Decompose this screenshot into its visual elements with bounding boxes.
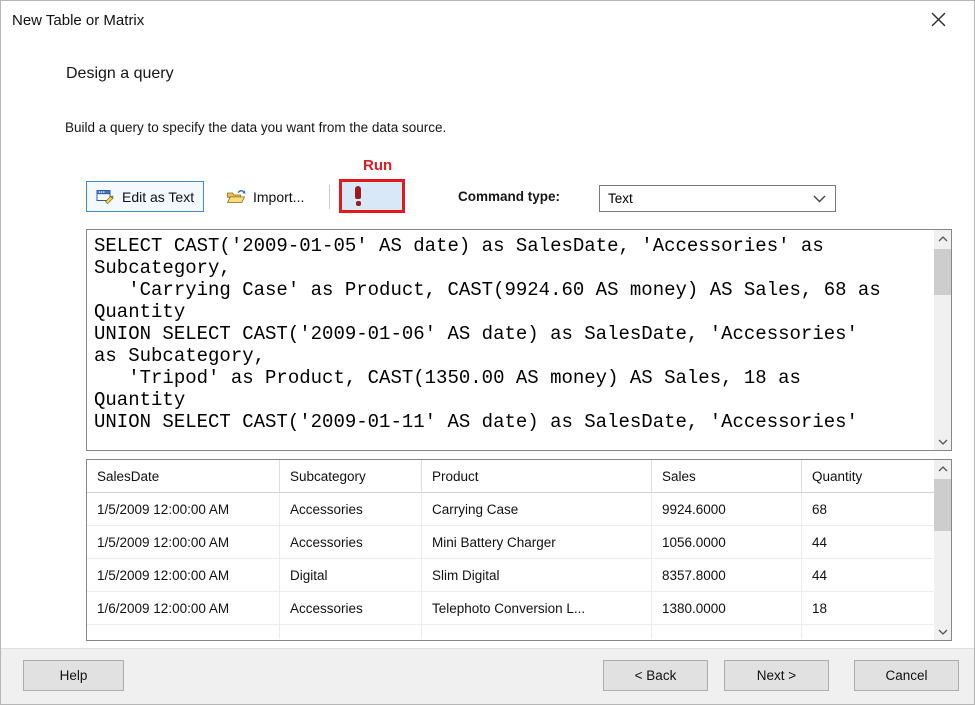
footer-bar: Help < Back Next > Cancel bbox=[1, 648, 974, 705]
table-row: 1/5/2009 12:00:00 AM Digital Slim Digita… bbox=[87, 559, 934, 592]
query-scrollbar-thumb[interactable] bbox=[934, 249, 951, 295]
results-body: 1/5/2009 12:00:00 AM Accessories Carryin… bbox=[87, 493, 934, 625]
cell-subcategory: Accessories bbox=[280, 493, 422, 526]
results-vertical-scrollbar[interactable] bbox=[934, 460, 951, 640]
scroll-down-icon[interactable] bbox=[934, 623, 951, 640]
toolbar-separator bbox=[329, 185, 330, 209]
cell-salesdate: 1/5/2009 12:00:00 AM bbox=[87, 493, 280, 526]
open-folder-icon bbox=[226, 188, 247, 205]
next-button[interactable]: Next > bbox=[724, 660, 829, 691]
command-type-select[interactable]: Text bbox=[599, 185, 836, 212]
table-row: 1/5/2009 12:00:00 AM Accessories Mini Ba… bbox=[87, 526, 934, 559]
cell-subcategory: Accessories bbox=[280, 526, 422, 559]
cell-salesdate: 1/5/2009 12:00:00 AM bbox=[87, 526, 280, 559]
table-row: 1/6/2009 12:00:00 AM Accessories Telepho… bbox=[87, 592, 934, 625]
command-type-value: Text bbox=[608, 191, 633, 206]
run-button[interactable] bbox=[339, 179, 405, 213]
run-annotation-label: Run bbox=[363, 157, 392, 174]
cancel-button[interactable]: Cancel bbox=[854, 660, 959, 691]
close-button[interactable] bbox=[916, 6, 960, 38]
cell-sales: 1056.0000 bbox=[652, 526, 802, 559]
import-label: Import... bbox=[253, 189, 304, 205]
window-title: New Table or Matrix bbox=[12, 12, 144, 29]
chevron-down-icon bbox=[813, 195, 826, 203]
edit-as-text-button[interactable]: Edit as Text bbox=[86, 181, 204, 212]
cell-sales: 9924.6000 bbox=[652, 493, 802, 526]
column-header: Quantity bbox=[802, 460, 934, 493]
scroll-down-icon[interactable] bbox=[934, 433, 951, 450]
edit-as-text-icon bbox=[96, 188, 116, 205]
cell-salesdate: 1/5/2009 12:00:00 AM bbox=[87, 559, 280, 592]
table-row: 1/5/2009 12:00:00 AM Accessories Carryin… bbox=[87, 493, 934, 526]
cell-product: Mini Battery Charger bbox=[422, 526, 652, 559]
query-vertical-scrollbar[interactable] bbox=[934, 230, 951, 450]
new-table-or-matrix-dialog: New Table or Matrix Design a query Build… bbox=[0, 0, 975, 705]
cell-quantity: 44 bbox=[802, 559, 934, 592]
cell-subcategory: Accessories bbox=[280, 592, 422, 625]
cell-sales: 1380.0000 bbox=[652, 592, 802, 625]
import-button[interactable]: Import... bbox=[216, 181, 314, 212]
column-header: Product bbox=[422, 460, 652, 493]
back-button[interactable]: < Back bbox=[603, 660, 708, 691]
scroll-up-icon[interactable] bbox=[934, 230, 951, 247]
column-header: Subcategory bbox=[280, 460, 422, 493]
command-type-label: Command type: bbox=[458, 189, 560, 204]
page-subtitle: Build a query to specify the data you wa… bbox=[65, 120, 446, 135]
cell-product: Slim Digital bbox=[422, 559, 652, 592]
run-exclamation-icon bbox=[355, 186, 361, 206]
cell-salesdate: 1/6/2009 12:00:00 AM bbox=[87, 592, 280, 625]
cell-product: Telephoto Conversion L... bbox=[422, 592, 652, 625]
results-partial-row bbox=[87, 625, 934, 639]
results-header-row: SalesDate Subcategory Product Sales Quan… bbox=[87, 460, 934, 493]
cell-sales: 8357.8000 bbox=[652, 559, 802, 592]
close-icon bbox=[931, 12, 946, 32]
query-results-grid: SalesDate Subcategory Product Sales Quan… bbox=[86, 459, 952, 641]
edit-as-text-label: Edit as Text bbox=[122, 189, 194, 205]
query-text-box[interactable]: SELECT CAST('2009-01-05' AS date) as Sal… bbox=[86, 229, 952, 451]
cell-quantity: 44 bbox=[802, 526, 934, 559]
cell-quantity: 18 bbox=[802, 592, 934, 625]
scroll-up-icon[interactable] bbox=[934, 460, 951, 477]
help-button[interactable]: Help bbox=[23, 660, 124, 691]
page-title: Design a query bbox=[66, 65, 174, 83]
column-header: SalesDate bbox=[87, 460, 280, 493]
query-sql-text[interactable]: SELECT CAST('2009-01-05' AS date) as Sal… bbox=[94, 235, 927, 446]
results-scrollbar-thumb[interactable] bbox=[934, 479, 951, 531]
cell-quantity: 68 bbox=[802, 493, 934, 526]
column-header: Sales bbox=[652, 460, 802, 493]
cell-product: Carrying Case bbox=[422, 493, 652, 526]
cell-subcategory: Digital bbox=[280, 559, 422, 592]
